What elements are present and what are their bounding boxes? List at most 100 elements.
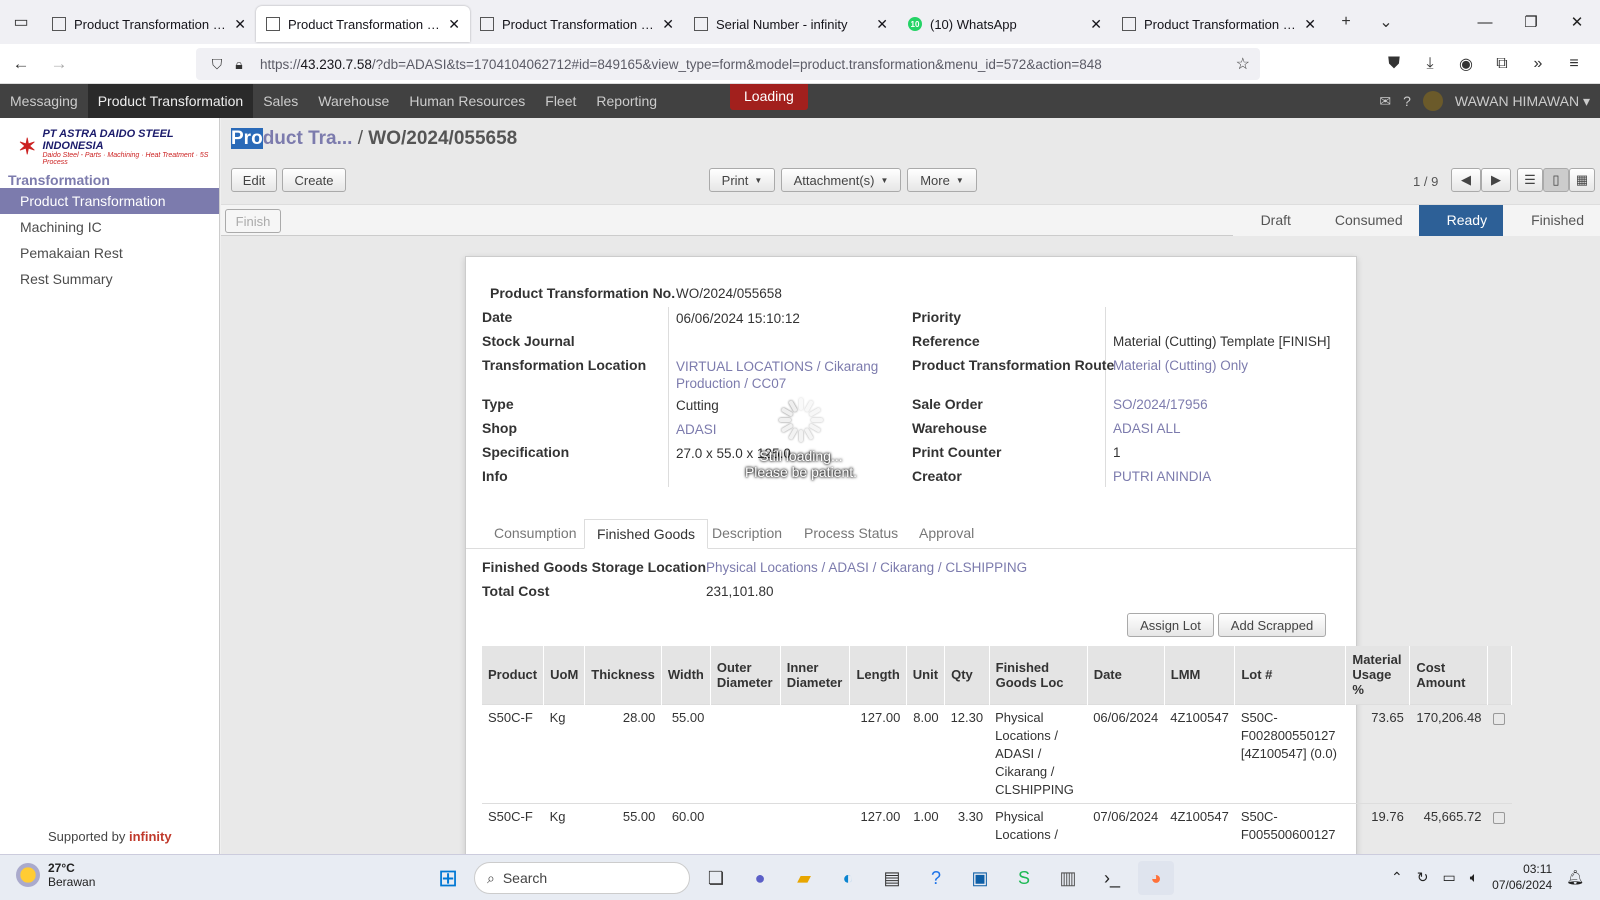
- calendar-view-icon[interactable]: ▦: [1569, 168, 1595, 192]
- browser-tab[interactable]: 10 (10) WhatsApp ✕: [898, 6, 1112, 42]
- app-menu-item[interactable]: Fleet: [535, 84, 586, 118]
- field-value[interactable]: Material (Cutting) Only: [1113, 358, 1248, 373]
- avatar[interactable]: [1422, 91, 1443, 111]
- sync-icon[interactable]: ↻: [1417, 869, 1429, 886]
- copy-icon[interactable]: [1493, 712, 1506, 725]
- app-icon[interactable]: ▣: [962, 861, 998, 895]
- edge-browser-icon[interactable]: ◐: [830, 861, 866, 895]
- column-header[interactable]: Date: [1087, 646, 1165, 704]
- list-view-icon[interactable]: ☰: [1517, 168, 1543, 192]
- firefox-icon[interactable]: ◕: [1138, 861, 1174, 895]
- column-header[interactable]: Thickness: [584, 646, 662, 704]
- status-stage[interactable]: Ready: [1418, 205, 1504, 236]
- notebook-tab[interactable]: Description: [700, 519, 794, 549]
- status-stage[interactable]: Draft: [1232, 205, 1307, 236]
- notebook-tab[interactable]: Process Status: [792, 519, 910, 549]
- status-stage[interactable]: Consumed: [1306, 205, 1419, 236]
- windows-start-icon[interactable]: ⊞: [430, 861, 466, 895]
- account-icon[interactable]: ◉: [1448, 54, 1484, 74]
- back-arrow-icon[interactable]: ←: [4, 49, 38, 79]
- restore-window-icon[interactable]: ❐: [1508, 0, 1554, 44]
- field-value[interactable]: VIRTUAL LOCATIONS / Cikarang Production /…: [676, 358, 878, 392]
- column-header[interactable]: Finished Goods Loc: [989, 646, 1088, 704]
- column-header[interactable]: Lot #: [1234, 646, 1347, 704]
- sidebar-item[interactable]: Rest Summary: [0, 266, 219, 292]
- form-view-icon[interactable]: ▯: [1543, 168, 1569, 192]
- microsoft-store-icon[interactable]: ▤: [874, 861, 910, 895]
- help-icon[interactable]: ?: [1403, 93, 1411, 109]
- file-explorer-icon[interactable]: ▰: [786, 861, 822, 895]
- edit-button[interactable]: Edit: [231, 168, 277, 192]
- close-window-icon[interactable]: ✕: [1554, 0, 1600, 44]
- column-header[interactable]: Qty: [944, 646, 990, 704]
- close-tab-icon[interactable]: ✕: [1090, 16, 1102, 33]
- notebook-tab[interactable]: Finished Goods: [584, 519, 709, 549]
- sidebar-item[interactable]: Machining IC: [0, 214, 219, 240]
- browser-tab[interactable]: Serial Number - infinity ✕: [684, 6, 898, 42]
- browser-tab[interactable]: Product Transformation - infinity ✕: [1112, 6, 1326, 42]
- browser-tab[interactable]: Product Transformation - infinity ✕: [256, 6, 470, 42]
- breadcrumb-parent[interactable]: Product Tra...: [231, 128, 352, 149]
- url-text[interactable]: https://43.230.7.58/?db=ADASI&ts=1704104…: [260, 57, 1102, 72]
- field-value[interactable]: SO/2024/17956: [1113, 397, 1208, 412]
- display-icon[interactable]: ▭: [1443, 869, 1456, 886]
- field-value[interactable]: ADASI ALL: [1113, 421, 1181, 436]
- column-header[interactable]: LMM: [1164, 646, 1236, 704]
- close-tab-icon[interactable]: ✕: [876, 16, 888, 33]
- user-menu[interactable]: WAWAN HIMAWAN ▾: [1455, 93, 1590, 110]
- sidebar-item[interactable]: Pemakaian Rest: [0, 240, 219, 266]
- overflow-chevron-icon[interactable]: »: [1520, 55, 1556, 73]
- lock-icon[interactable]: 🔒︎: [228, 56, 250, 73]
- app-menu-item[interactable]: Human Resources: [399, 84, 535, 118]
- column-header[interactable]: Product: [482, 646, 545, 704]
- close-tab-icon[interactable]: ✕: [1304, 16, 1316, 33]
- field-value[interactable]: PUTRI ANINDIA: [1113, 469, 1211, 484]
- terminal-icon[interactable]: ›_: [1094, 861, 1130, 895]
- bookmark-star-icon[interactable]: ☆: [1236, 54, 1250, 74]
- finish-button[interactable]: Finish: [225, 209, 281, 233]
- clock[interactable]: 03:11 07/06/2024: [1492, 861, 1552, 893]
- forward-arrow-icon[interactable]: →: [42, 49, 76, 79]
- new-tab-button[interactable]: +: [1326, 0, 1366, 44]
- sidebar-item[interactable]: Product Transformation: [0, 188, 219, 214]
- field-value[interactable]: ADASI: [676, 421, 717, 438]
- column-header[interactable]: Inner Diameter: [780, 646, 851, 704]
- notebook-tab[interactable]: Approval: [907, 519, 986, 549]
- column-header[interactable]: Width: [661, 646, 711, 704]
- weather-widget[interactable]: 27°C Berawan: [16, 861, 95, 889]
- add-scrapped-button[interactable]: Add Scrapped: [1218, 613, 1326, 637]
- app-menu-item[interactable]: Reporting: [586, 84, 667, 118]
- status-stage[interactable]: Finished: [1503, 205, 1600, 236]
- attachments-button[interactable]: Attachment(s) ▼: [781, 168, 901, 192]
- more-button[interactable]: More ▼: [907, 168, 977, 192]
- column-header[interactable]: Cost Amount: [1409, 646, 1488, 704]
- pocket-icon[interactable]: ⛊: [1376, 55, 1412, 73]
- close-tab-icon[interactable]: ✕: [448, 16, 460, 33]
- assign-lot-button[interactable]: Assign Lot: [1127, 613, 1214, 637]
- browser-tab[interactable]: Product Transformation - infinity ✕: [470, 6, 684, 42]
- tab-overview-icon[interactable]: ▭: [0, 0, 42, 44]
- app-menu-item[interactable]: Sales: [253, 84, 308, 118]
- taskbar-search[interactable]: ⌕ Search: [474, 862, 690, 894]
- spreadsheet-app-icon[interactable]: S: [1006, 861, 1042, 895]
- extensions-icon[interactable]: ⧉: [1484, 55, 1520, 73]
- hamburger-menu-icon[interactable]: ≡: [1556, 55, 1592, 73]
- shield-icon[interactable]: ⛉: [206, 56, 228, 73]
- previous-record-icon[interactable]: ◀: [1451, 168, 1481, 192]
- column-header[interactable]: Outer Diameter: [710, 646, 781, 704]
- copy-icon[interactable]: [1493, 811, 1506, 824]
- mail-icon[interactable]: ✉: [1379, 93, 1391, 110]
- create-button[interactable]: Create: [282, 168, 346, 192]
- calculator-icon[interactable]: ▥: [1050, 861, 1086, 895]
- app-menu-item[interactable]: Messaging: [0, 84, 88, 118]
- app-menu-item[interactable]: Product Transformation: [87, 84, 254, 118]
- column-header[interactable]: Length: [849, 646, 907, 704]
- column-header[interactable]: UoM: [543, 646, 586, 704]
- table-row[interactable]: S50C-F Kg 55.00 60.00 127.00 1.00 3.30 Physical…: [482, 802, 1512, 848]
- teams-chat-icon[interactable]: ●: [742, 861, 778, 895]
- app-menu-item[interactable]: Warehouse: [308, 84, 399, 118]
- address-bar[interactable]: ⛉ 🔒︎ https://43.230.7.58/?db=ADASI&ts=17…: [196, 48, 1260, 80]
- column-header[interactable]: Material Usage %: [1345, 646, 1411, 704]
- table-row[interactable]: S50C-F Kg 28.00 55.00 127.00 8.00 12.30 Physica…: [482, 703, 1512, 803]
- column-header[interactable]: Unit: [906, 646, 946, 704]
